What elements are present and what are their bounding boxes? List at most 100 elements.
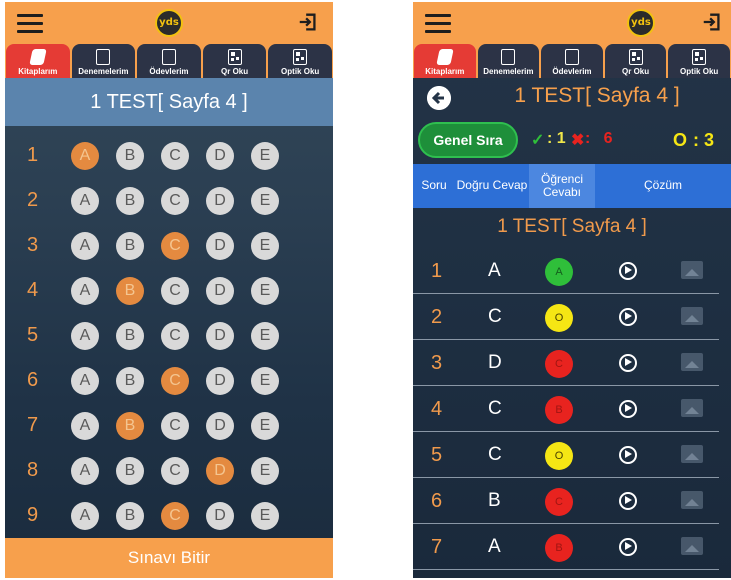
option-bubble-a[interactable]: A bbox=[71, 367, 99, 395]
tab-book[interactable]: Kitaplarım bbox=[414, 44, 476, 78]
question-row: 1 ABCDE bbox=[5, 134, 333, 179]
image-solution-icon[interactable] bbox=[681, 307, 703, 325]
general-rank-button[interactable]: Genel Sıra bbox=[418, 122, 518, 158]
option-bubble-a[interactable]: A bbox=[71, 412, 99, 440]
play-solution-icon[interactable] bbox=[619, 262, 637, 280]
option-bubble-b[interactable]: B bbox=[116, 187, 144, 215]
tab-book[interactable]: Kitaplarım bbox=[6, 44, 70, 78]
question-number: 2 bbox=[27, 189, 39, 211]
option-bubble-d[interactable]: D bbox=[206, 142, 234, 170]
option-bubble-d[interactable]: D bbox=[206, 367, 234, 395]
image-solution-icon[interactable] bbox=[681, 261, 703, 279]
option-bubble-c[interactable]: C bbox=[161, 412, 189, 440]
option-bubble-d[interactable]: D bbox=[206, 457, 234, 485]
tab-label: Ödevlerim bbox=[552, 67, 592, 76]
option-bubble-d[interactable]: D bbox=[206, 412, 234, 440]
option-bubble-c[interactable]: C bbox=[161, 232, 189, 260]
result-row: 4 C B bbox=[413, 386, 719, 432]
tab-label: Optik Oku bbox=[281, 67, 320, 76]
tab-homework[interactable]: Ödevlerim bbox=[541, 44, 603, 78]
image-solution-icon[interactable] bbox=[681, 491, 703, 509]
option-bubble-d[interactable]: D bbox=[206, 187, 234, 215]
results-screen: yds Kitaplarım Denemelerim Ödevlerim Qr Oku… bbox=[413, 2, 731, 578]
play-solution-icon[interactable] bbox=[619, 446, 637, 464]
option-bubble-b[interactable]: B bbox=[116, 322, 144, 350]
option-bubble-a[interactable]: A bbox=[71, 502, 99, 530]
question-row: 8 ABCDE bbox=[5, 449, 333, 494]
empty-label: O bbox=[673, 130, 688, 150]
tab-exam[interactable]: Denemelerim bbox=[71, 44, 136, 78]
tab-qr[interactable]: Qr Oku bbox=[604, 44, 667, 78]
back-arrow-icon[interactable] bbox=[427, 86, 451, 110]
tab-homework[interactable]: Ödevlerim bbox=[137, 44, 201, 78]
menu-icon[interactable] bbox=[17, 14, 43, 34]
tab-label: Optik Oku bbox=[680, 67, 719, 76]
option-bubble-b[interactable]: B bbox=[116, 457, 144, 485]
play-solution-icon[interactable] bbox=[619, 400, 637, 418]
option-bubble-e[interactable]: E bbox=[251, 367, 279, 395]
option-bubble-a[interactable]: A bbox=[71, 232, 99, 260]
option-bubble-d[interactable]: D bbox=[206, 277, 234, 305]
column-question: Soru bbox=[421, 178, 447, 193]
image-solution-icon[interactable] bbox=[681, 353, 703, 371]
finish-exam-button[interactable]: Sınavı Bitir bbox=[5, 538, 333, 578]
option-bubble-c[interactable]: C bbox=[161, 187, 189, 215]
tab-optic[interactable]: Optik Oku bbox=[668, 44, 730, 78]
question-number: 6 bbox=[27, 369, 39, 391]
option-bubble-e[interactable]: E bbox=[251, 142, 279, 170]
tab-label: Denemelerim bbox=[78, 67, 129, 76]
option-bubble-d[interactable]: D bbox=[206, 502, 234, 530]
option-bubble-a[interactable]: A bbox=[71, 187, 99, 215]
top-bar: yds bbox=[413, 2, 731, 44]
tab-label: Qr Oku bbox=[622, 67, 650, 76]
option-bubble-e[interactable]: E bbox=[251, 502, 279, 530]
option-bubble-c[interactable]: C bbox=[161, 367, 189, 395]
question-row: 2 ABCDE bbox=[5, 179, 333, 224]
play-solution-icon[interactable] bbox=[619, 354, 637, 372]
question-number: 4 bbox=[27, 279, 39, 301]
image-solution-icon[interactable] bbox=[681, 445, 703, 463]
tab-label: Kitaplarım bbox=[425, 67, 465, 76]
option-bubble-a[interactable]: A bbox=[71, 277, 99, 305]
option-bubble-a[interactable]: A bbox=[71, 457, 99, 485]
option-bubble-c[interactable]: C bbox=[161, 322, 189, 350]
login-icon[interactable] bbox=[297, 11, 319, 33]
tab-optic[interactable]: Optik Oku bbox=[268, 44, 332, 78]
option-bubble-b[interactable]: B bbox=[116, 412, 144, 440]
result-row: 5 C O bbox=[413, 432, 719, 478]
option-bubble-c[interactable]: C bbox=[161, 277, 189, 305]
option-bubble-b[interactable]: B bbox=[116, 142, 144, 170]
question-number: 9 bbox=[27, 504, 39, 526]
tab-exam[interactable]: Denemelerim bbox=[477, 44, 540, 78]
question-row: 7 ABCDE bbox=[5, 404, 333, 449]
option-bubble-c[interactable]: C bbox=[161, 502, 189, 530]
student-answer-badge: C bbox=[545, 350, 573, 378]
wrong-value: 6 bbox=[603, 130, 613, 147]
option-bubble-a[interactable]: A bbox=[71, 322, 99, 350]
tab-qr[interactable]: Qr Oku bbox=[202, 44, 267, 78]
option-bubble-e[interactable]: E bbox=[251, 187, 279, 215]
option-bubble-b[interactable]: B bbox=[116, 232, 144, 260]
option-bubble-d[interactable]: D bbox=[206, 232, 234, 260]
image-solution-icon[interactable] bbox=[681, 399, 703, 417]
correct-answer: A bbox=[488, 260, 501, 281]
option-bubble-e[interactable]: E bbox=[251, 232, 279, 260]
login-icon[interactable] bbox=[701, 11, 723, 33]
option-bubble-a[interactable]: A bbox=[71, 142, 99, 170]
option-bubble-e[interactable]: E bbox=[251, 322, 279, 350]
play-solution-icon[interactable] bbox=[619, 492, 637, 510]
option-bubble-c[interactable]: C bbox=[161, 457, 189, 485]
option-bubble-b[interactable]: B bbox=[116, 277, 144, 305]
play-solution-icon[interactable] bbox=[619, 538, 637, 556]
question-number: 3 bbox=[431, 352, 443, 374]
option-bubble-e[interactable]: E bbox=[251, 457, 279, 485]
option-bubble-e[interactable]: E bbox=[251, 412, 279, 440]
play-solution-icon[interactable] bbox=[619, 308, 637, 326]
option-bubble-c[interactable]: C bbox=[161, 142, 189, 170]
option-bubble-b[interactable]: B bbox=[116, 367, 144, 395]
image-solution-icon[interactable] bbox=[681, 537, 703, 555]
option-bubble-b[interactable]: B bbox=[116, 502, 144, 530]
option-bubble-e[interactable]: E bbox=[251, 277, 279, 305]
option-bubble-d[interactable]: D bbox=[206, 322, 234, 350]
menu-icon[interactable] bbox=[425, 14, 451, 34]
